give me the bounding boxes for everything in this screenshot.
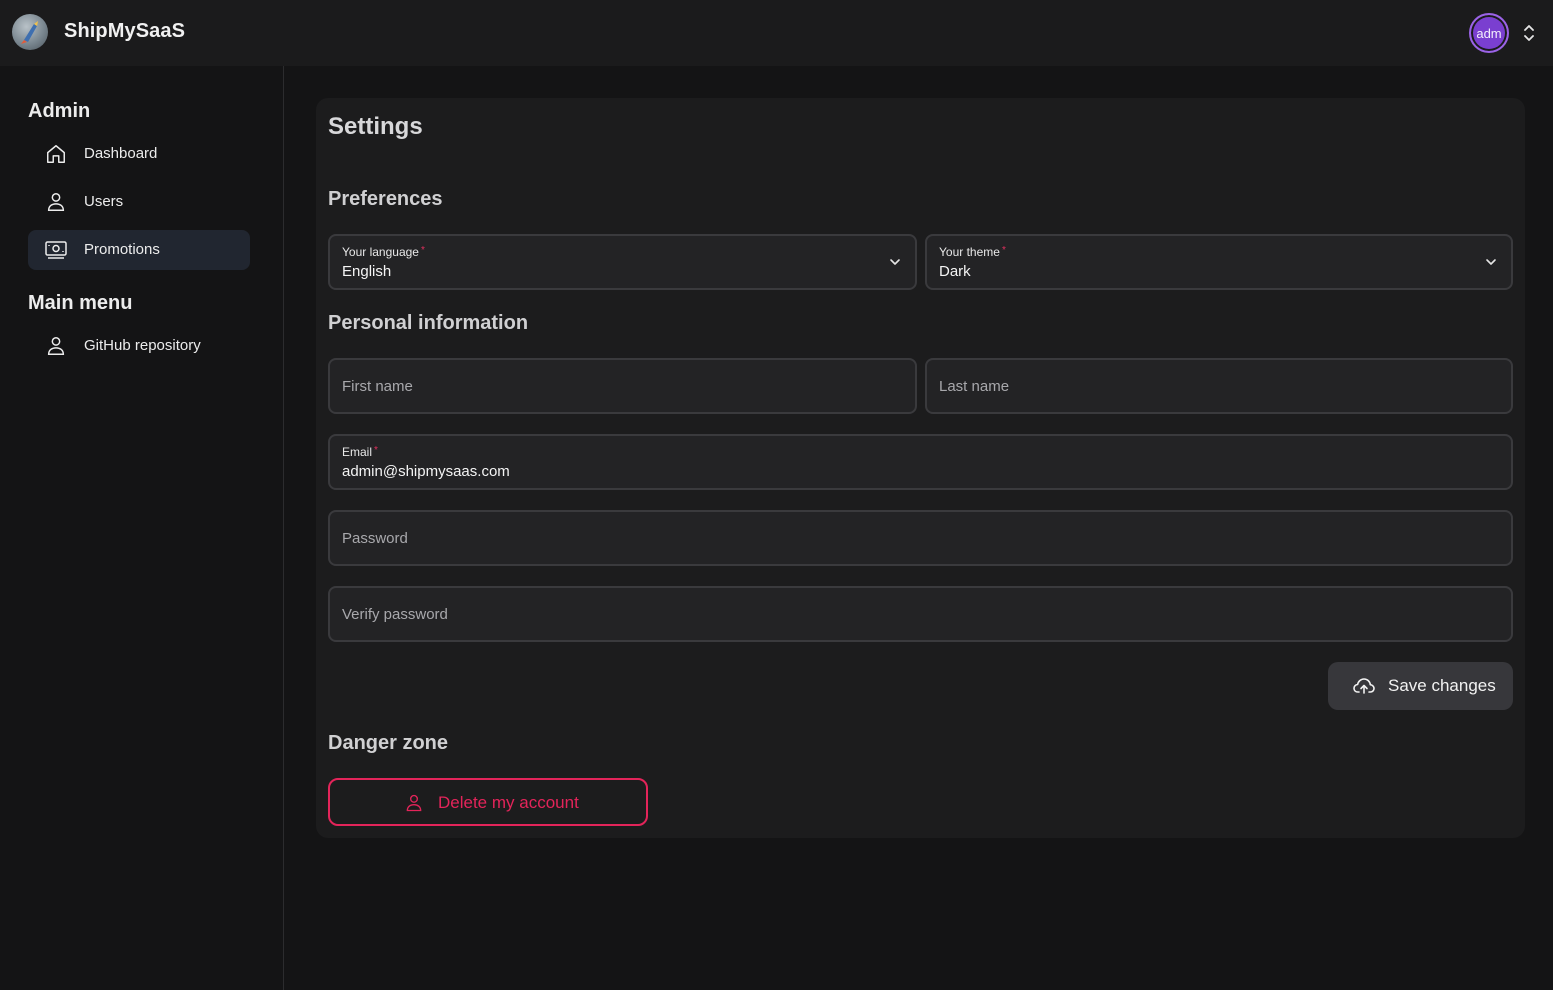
sidebar-item-github-repository[interactable]: GitHub repository — [28, 326, 250, 366]
preferences-heading: Preferences — [328, 188, 443, 210]
language-select[interactable]: Your language * English — [328, 234, 917, 290]
first-name-field[interactable]: First name — [328, 358, 917, 414]
language-label: Your language * — [342, 245, 425, 259]
sidebar-item-label: Users — [84, 193, 124, 210]
save-changes-button[interactable]: Save changes — [1328, 662, 1513, 710]
money-icon — [44, 238, 68, 262]
user-icon — [404, 792, 424, 814]
sidebar-item-users[interactable]: Users — [28, 182, 250, 222]
user-icon — [44, 190, 68, 214]
sidebar-section-main-menu: Main menu — [28, 292, 133, 314]
email-field[interactable]: Email * admin@shipmysaas.com — [328, 434, 1513, 490]
email-value: admin@shipmysaas.com — [342, 463, 510, 480]
password-field[interactable]: Password — [328, 510, 1513, 566]
verify-password-field[interactable]: Verify password — [328, 586, 1513, 642]
delete-account-button[interactable]: Delete my account — [328, 778, 648, 826]
sidebar-item-label: Dashboard — [84, 145, 158, 162]
email-label: Email * — [342, 445, 378, 459]
personal-information-heading: Personal information — [328, 312, 529, 334]
sidebar-section-admin: Admin — [28, 100, 91, 122]
sidebar-item-label: GitHub repository — [84, 337, 201, 354]
top-bar: ShipMySaaS adm — [0, 0, 1553, 66]
theme-value: Dark — [939, 263, 971, 280]
page-title: Settings — [328, 113, 423, 140]
chevron-down-icon — [1483, 254, 1499, 270]
sidebar-item-label: Promotions — [84, 241, 160, 258]
sidebar: Admin Dashboard Users Promotions Main me… — [0, 66, 284, 990]
language-value: English — [342, 263, 392, 280]
delete-account-label: Delete my account — [438, 793, 579, 812]
verify-password-placeholder: Verify password — [342, 606, 448, 623]
app-title[interactable]: ShipMySaaS — [64, 20, 185, 43]
save-changes-label: Save changes — [1388, 676, 1496, 695]
user-icon — [44, 334, 68, 358]
danger-zone-heading: Danger zone — [328, 732, 449, 754]
theme-select[interactable]: Your theme * Dark — [925, 234, 1513, 290]
first-name-placeholder: First name — [342, 378, 413, 395]
last-name-field[interactable]: Last name — [925, 358, 1513, 414]
cloud-upload-icon — [1352, 676, 1376, 696]
sidebar-item-dashboard[interactable]: Dashboard — [28, 134, 250, 174]
sidebar-item-promotions[interactable]: Promotions — [28, 230, 250, 270]
home-icon — [44, 142, 68, 166]
chevron-up-down-icon[interactable] — [1519, 22, 1539, 44]
app-logo[interactable] — [12, 14, 48, 50]
password-placeholder: Password — [342, 530, 408, 547]
user-avatar[interactable]: adm — [1469, 13, 1509, 53]
last-name-placeholder: Last name — [939, 378, 1010, 395]
theme-label: Your theme * — [939, 245, 1006, 259]
chevron-down-icon — [887, 254, 903, 270]
